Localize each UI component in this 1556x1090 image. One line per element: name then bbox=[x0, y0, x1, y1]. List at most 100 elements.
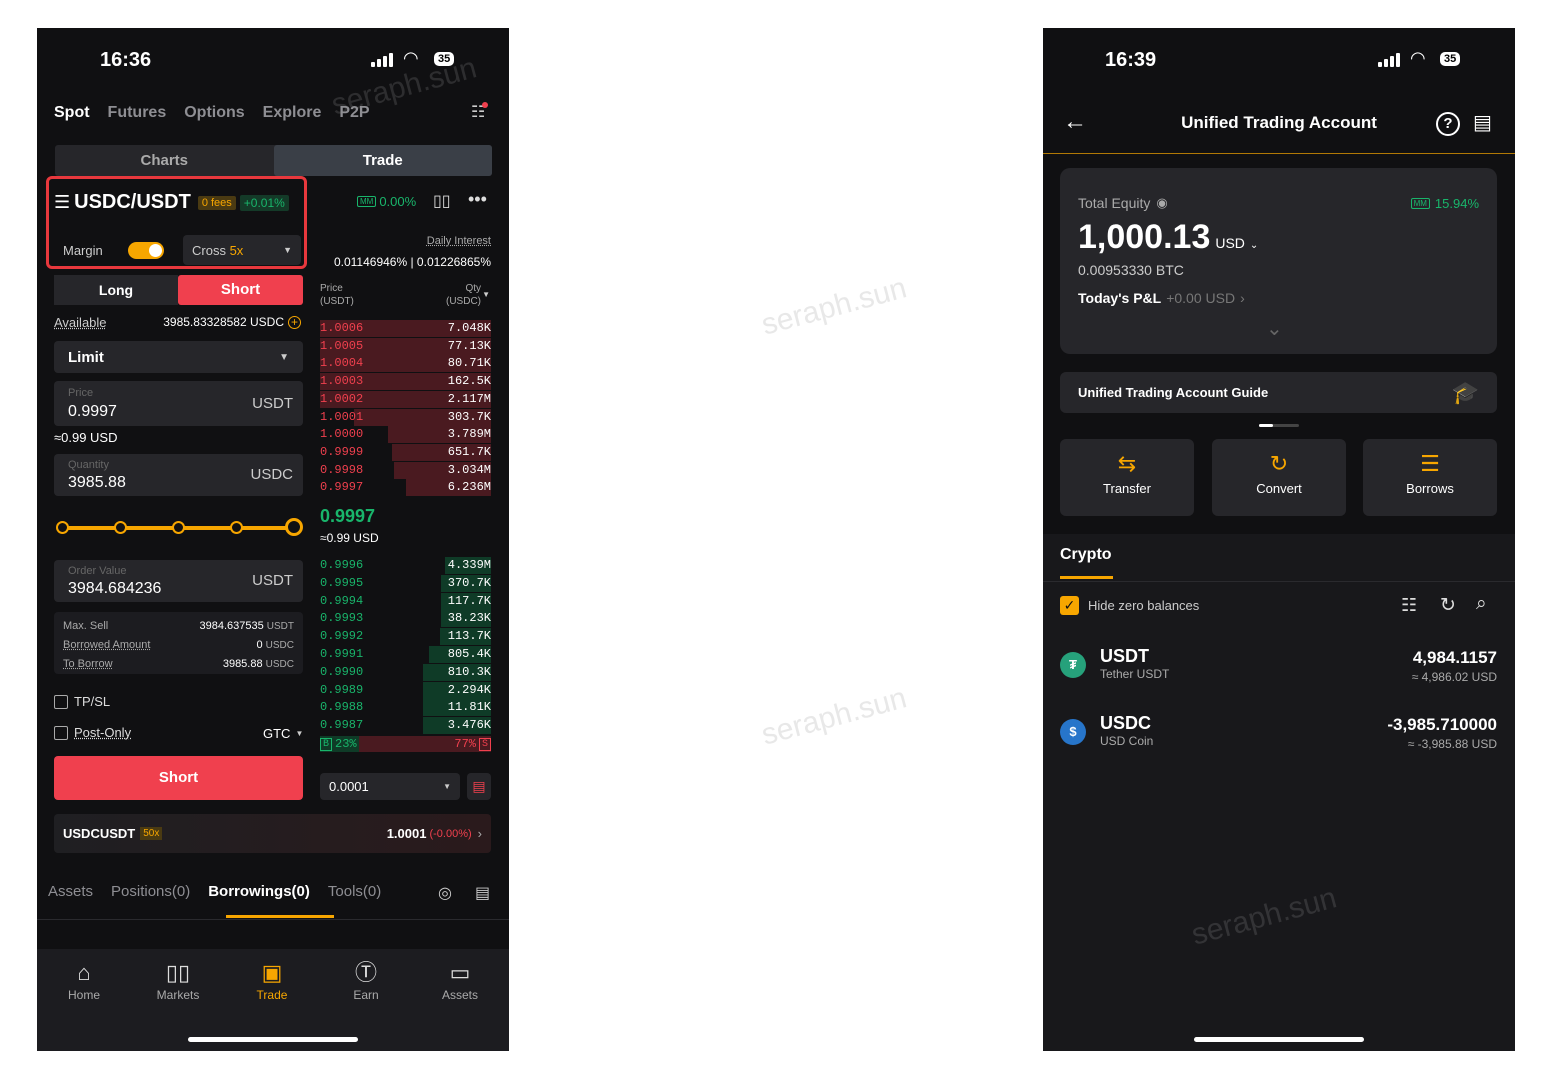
transfer-button[interactable]: ⇆ Transfer bbox=[1060, 439, 1194, 516]
bid-row[interactable]: 0.9994 117.7K bbox=[320, 592, 491, 610]
tab-options[interactable]: Options bbox=[184, 104, 244, 122]
short-button[interactable]: Short bbox=[54, 756, 303, 800]
tab-tools[interactable]: Tools(0) bbox=[328, 883, 381, 900]
ask-row[interactable]: 1.0000 3.789M bbox=[320, 426, 491, 444]
bid-price: 0.9990 bbox=[320, 664, 364, 679]
post-only-checkbox[interactable] bbox=[54, 725, 68, 740]
search-icon[interactable]: ⌕ bbox=[1476, 593, 1487, 615]
post-only-row[interactable]: Post-Only bbox=[54, 725, 131, 740]
convert-small-icon[interactable]: ↻ bbox=[1440, 594, 1456, 617]
pair-name[interactable]: USDC/USDT bbox=[74, 191, 191, 214]
bid-row[interactable]: 0.9995 370.7K bbox=[320, 574, 491, 592]
bid-row[interactable]: 0.9989 2.294K bbox=[320, 681, 491, 699]
ticker-bar[interactable]: USDCUSDT 50x 1.0001 (-0.00%) › bbox=[54, 814, 491, 853]
price-input[interactable]: 0.9997 bbox=[68, 403, 117, 421]
nav-earn[interactable]: Ⓣ Earn bbox=[319, 958, 413, 1002]
tab-spot[interactable]: Spot bbox=[54, 104, 90, 122]
nav-trade[interactable]: ▣ Trade bbox=[225, 958, 319, 1002]
long-tab[interactable]: Long bbox=[54, 275, 178, 305]
last-price-usd: ≈0.99 USD bbox=[320, 531, 379, 545]
bid-row[interactable]: 0.9991 805.4K bbox=[320, 646, 491, 663]
expand-chevron-icon[interactable]: ⌄ bbox=[1266, 316, 1283, 341]
hide-zero-row[interactable]: ✓ Hide zero balances bbox=[1060, 596, 1199, 615]
cross-leverage-select[interactable]: Cross 5x ▼ bbox=[183, 235, 301, 265]
crypto-tab[interactable]: Crypto bbox=[1060, 546, 1112, 564]
ask-row[interactable]: 1.0004 80.71K bbox=[320, 355, 491, 373]
bid-row[interactable]: 0.9993 38.23K bbox=[320, 610, 491, 628]
order-value-field[interactable]: Order Value 3984.684236 USDT bbox=[54, 560, 303, 602]
slider-dot-50[interactable] bbox=[172, 521, 185, 534]
pnl-row[interactable]: Today's P&L +0.00 USD › bbox=[1078, 290, 1245, 306]
settings-icon[interactable]: ◎ bbox=[438, 883, 452, 903]
slider-handle[interactable] bbox=[285, 518, 303, 536]
ask-qty: 6.236M bbox=[447, 480, 491, 495]
borrows-button[interactable]: ☰ Borrows bbox=[1363, 439, 1497, 516]
gtc-select[interactable]: GTC ▼ bbox=[263, 726, 303, 741]
bid-row[interactable]: 0.9988 11.81K bbox=[320, 699, 491, 717]
precision-select[interactable]: 0.0001 ▼ bbox=[320, 773, 460, 800]
bid-row[interactable]: 0.9987 3.476K bbox=[320, 717, 491, 735]
quantity-field[interactable]: Quantity 3985.88 USDC bbox=[54, 454, 303, 496]
earn-icon: Ⓣ bbox=[354, 960, 377, 985]
tab-explore[interactable]: Explore bbox=[263, 104, 322, 122]
tpsl-row[interactable]: TP/SL bbox=[54, 694, 110, 709]
tab-assets[interactable]: Assets bbox=[48, 883, 93, 900]
eye-icon[interactable]: ◉ bbox=[1156, 195, 1167, 211]
ask-row[interactable]: 1.0006 7.048K bbox=[320, 320, 491, 337]
charts-tab[interactable]: Charts bbox=[55, 152, 274, 169]
nav-markets[interactable]: ▯▯ Markets bbox=[131, 958, 225, 1002]
price-field[interactable]: Price 0.9997 USDT bbox=[54, 381, 303, 426]
watermark: seraph.sun bbox=[758, 271, 911, 342]
dropdown-icon[interactable]: ▼ bbox=[482, 290, 490, 299]
nav-assets[interactable]: ▭ Assets bbox=[413, 958, 507, 1002]
quantity-unit: USDC bbox=[250, 466, 293, 483]
watermark: seraph.sun bbox=[758, 681, 911, 752]
candlestick-icon[interactable]: ▯▯ bbox=[433, 191, 451, 211]
quantity-input[interactable]: 3985.88 bbox=[68, 474, 126, 492]
more-icon[interactable]: ••• bbox=[468, 189, 487, 210]
tab-positions[interactable]: Positions(0) bbox=[111, 883, 190, 900]
tab-borrowings[interactable]: Borrowings(0) bbox=[208, 883, 310, 900]
tpsl-checkbox[interactable] bbox=[54, 694, 68, 709]
tab-futures[interactable]: Futures bbox=[108, 104, 167, 122]
view-switch: Charts Trade bbox=[55, 145, 492, 176]
chevron-down-icon[interactable]: ⌄ bbox=[1250, 240, 1258, 251]
menu-icon[interactable]: ☰ bbox=[54, 192, 70, 213]
slider-dot-0[interactable] bbox=[56, 521, 69, 534]
margin-toggle[interactable] bbox=[128, 241, 164, 259]
filter-icon[interactable]: ☷ bbox=[1401, 595, 1417, 616]
history-icon[interactable]: ▤ bbox=[1473, 110, 1492, 135]
order-value-input[interactable]: 3984.684236 bbox=[68, 580, 161, 598]
document-icon[interactable]: ▤ bbox=[475, 883, 490, 903]
order-type-select[interactable]: Limit ▼ bbox=[54, 341, 303, 373]
add-funds-icon[interactable]: + bbox=[288, 315, 301, 329]
tab-p2p[interactable]: P2P bbox=[339, 104, 369, 122]
slider-dot-75[interactable] bbox=[230, 521, 243, 534]
ask-row[interactable]: 0.9997 6.236M bbox=[320, 479, 491, 497]
ask-row[interactable]: 0.9998 3.034M bbox=[320, 461, 491, 479]
convert-button[interactable]: ↻ Convert bbox=[1212, 439, 1346, 516]
bid-row[interactable]: 0.9992 113.7K bbox=[320, 628, 491, 646]
bid-row[interactable]: 0.9990 810.3K bbox=[320, 663, 491, 681]
ask-row[interactable]: 1.0005 77.13K bbox=[320, 337, 491, 355]
short-tab[interactable]: Short bbox=[178, 275, 303, 305]
nav-home[interactable]: ⌂ Home bbox=[37, 958, 131, 1002]
help-icon[interactable]: ? bbox=[1436, 112, 1460, 136]
bid-row[interactable]: 0.9996 4.339M bbox=[320, 557, 491, 574]
guide-banner[interactable]: Unified Trading Account Guide 🎓 bbox=[1060, 372, 1497, 413]
borrowed-label: Borrowed Amount bbox=[63, 639, 151, 651]
checkmark-icon[interactable]: ✓ bbox=[1060, 596, 1079, 615]
slider-dot-25[interactable] bbox=[114, 521, 127, 534]
trade-tab[interactable]: Trade bbox=[273, 145, 492, 176]
equity-unit[interactable]: USD bbox=[1215, 235, 1245, 251]
ask-row[interactable]: 1.0001 303.7K bbox=[320, 408, 491, 426]
ask-row[interactable]: 0.9999 651.7K bbox=[320, 443, 491, 461]
daily-interest-label[interactable]: Daily Interest bbox=[427, 235, 491, 247]
pair-header[interactable]: ☰ USDC/USDT 0 fees +0.01% bbox=[54, 191, 289, 214]
ask-row[interactable]: 1.0003 162.5K bbox=[320, 373, 491, 391]
settings-sliders-icon[interactable]: ☷ bbox=[471, 102, 489, 122]
ask-row[interactable]: 1.0002 2.117M bbox=[320, 390, 491, 408]
asset-row[interactable]: ₮ USDT Tether USDT 4,984.1157 ≈ 4,986.02 USD bbox=[1060, 644, 1497, 694]
asset-row[interactable]: $ USDC USD Coin -3,985.710000 ≈ -3,985.88 US… bbox=[1060, 711, 1497, 761]
orderbook-layout-icon[interactable]: ▤ bbox=[467, 773, 491, 800]
